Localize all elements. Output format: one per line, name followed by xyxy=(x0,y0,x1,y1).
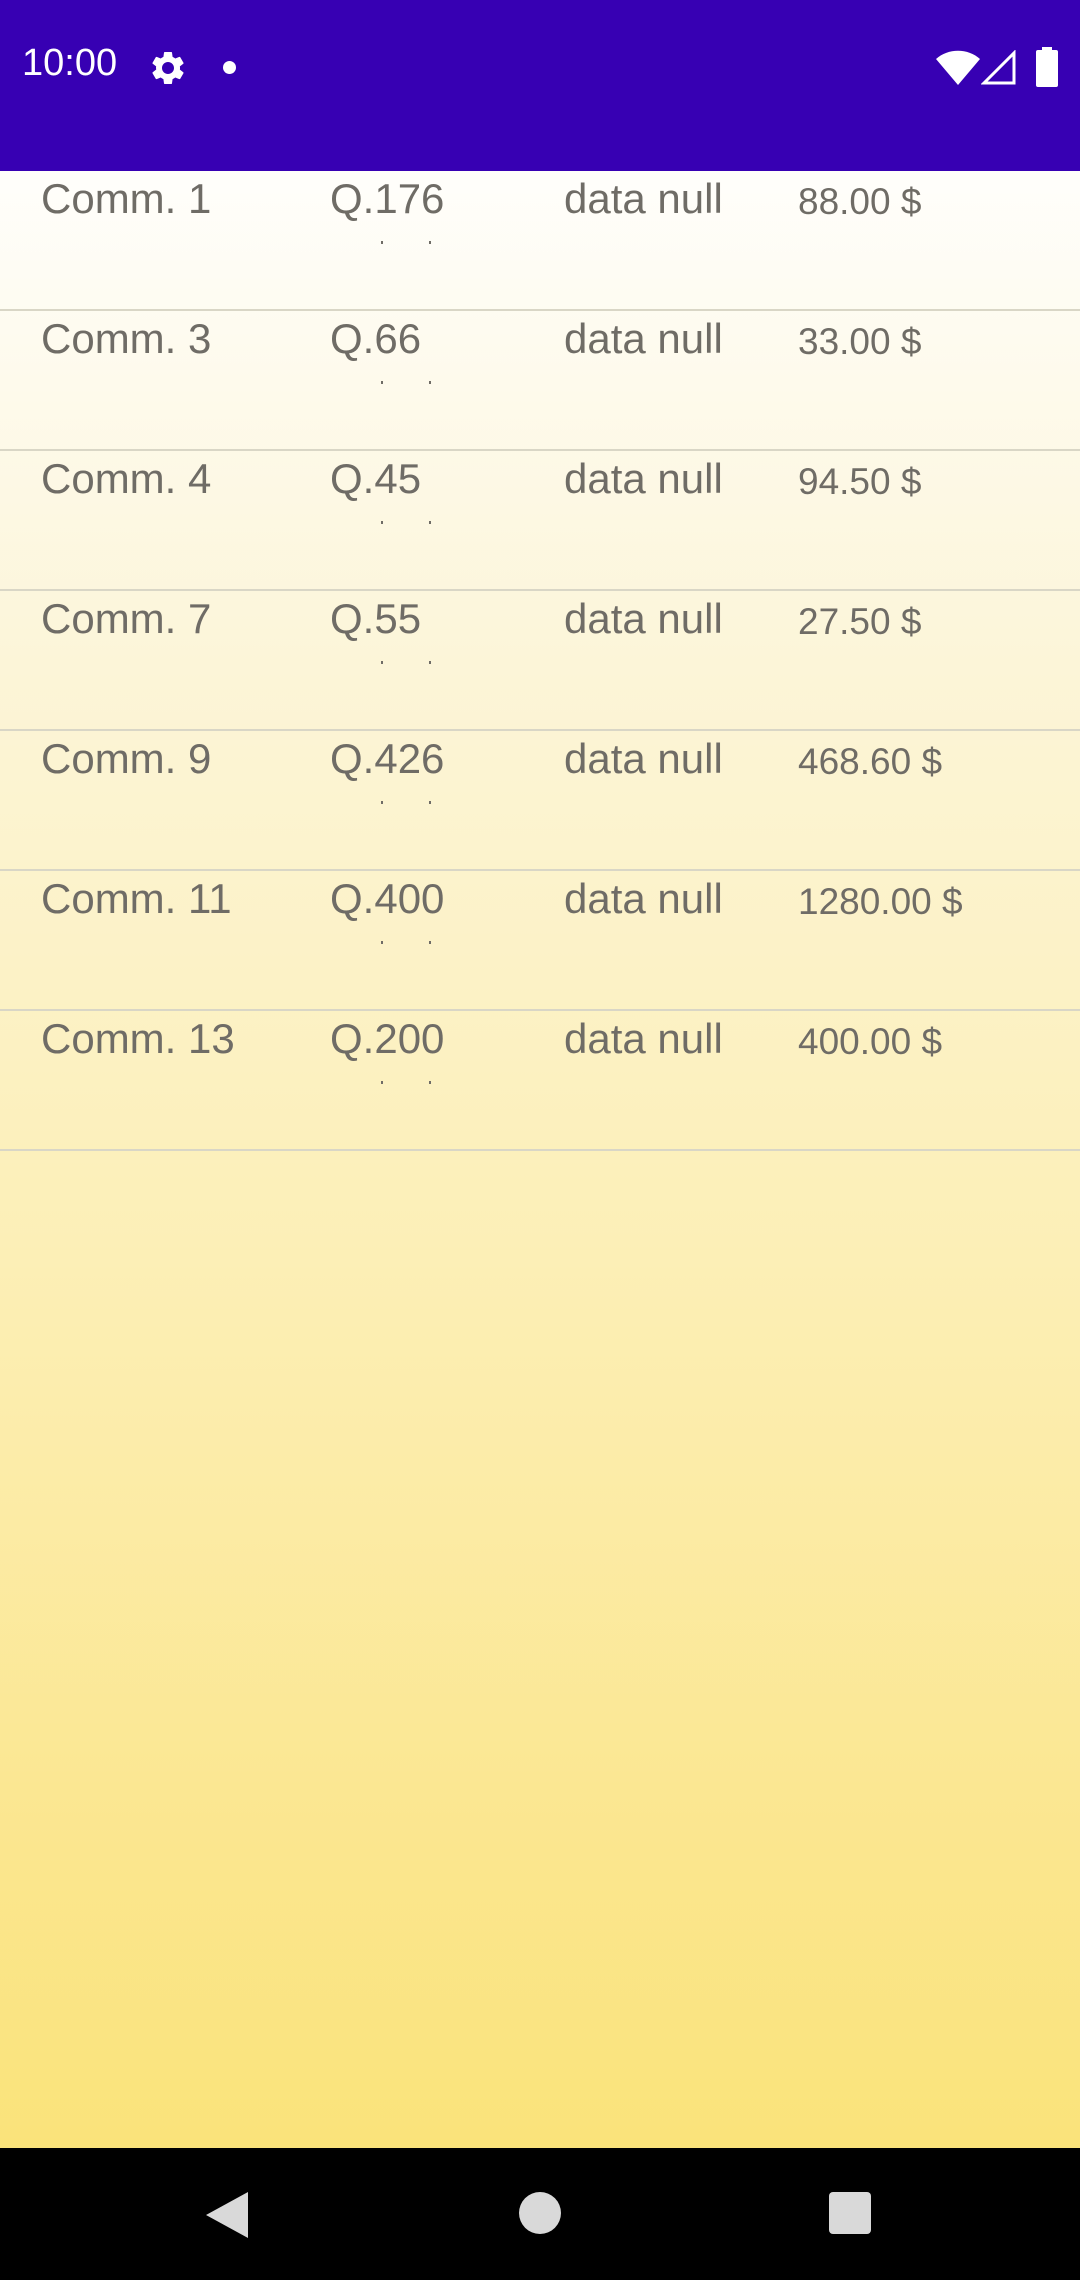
wifi-icon xyxy=(936,50,980,85)
order-quantity: Q.426 xyxy=(330,735,445,782)
order-price: 88.00 $ xyxy=(798,181,922,222)
order-quantity: Q.55 xyxy=(330,595,422,642)
order-price: 1280.00 $ xyxy=(798,881,963,922)
notification-dot-icon xyxy=(223,61,236,74)
order-quantity: Q.176 xyxy=(330,175,445,222)
order-price: 33.00 $ xyxy=(798,321,922,362)
quantity-underline xyxy=(381,521,433,527)
order-name: Comm. 1 xyxy=(41,175,212,222)
order-date: data null xyxy=(564,875,723,922)
order-date: data null xyxy=(564,455,723,502)
order-name: Comm. 9 xyxy=(41,735,212,782)
order-date: data null xyxy=(564,735,723,782)
order-date: data null xyxy=(564,595,723,642)
order-quantity: Q.45 xyxy=(330,455,422,502)
order-name: Comm. 11 xyxy=(41,875,232,922)
order-name: Comm. 3 xyxy=(41,315,212,362)
order-quantity: Q.66 xyxy=(330,315,422,362)
order-quantity: Q.400 xyxy=(330,875,445,922)
navigation-bar xyxy=(0,2148,1080,2280)
recents-icon[interactable] xyxy=(829,2192,871,2234)
order-date: data null xyxy=(564,175,723,222)
order-price: 468.60 $ xyxy=(798,741,943,782)
quantity-underline xyxy=(381,661,433,667)
order-list[interactable]: Comm. 1 Q.176 data null 88.00 $ Comm. 3 … xyxy=(0,171,1080,2148)
order-price: 400.00 $ xyxy=(798,1021,943,1062)
order-name: Comm. 13 xyxy=(41,1015,235,1062)
order-date: data null xyxy=(564,1015,723,1062)
quantity-underline xyxy=(381,1081,433,1087)
order-date: data null xyxy=(564,315,723,362)
quantity-underline xyxy=(381,241,433,247)
order-name: Comm. 7 xyxy=(41,595,212,642)
list-item[interactable]: Comm. 4 Q.45 data null 94.50 $ xyxy=(0,451,1080,591)
quantity-underline xyxy=(381,801,433,807)
status-time: 10:00 xyxy=(22,42,118,84)
order-name: Comm. 4 xyxy=(41,455,212,502)
order-price: 94.50 $ xyxy=(798,461,922,502)
list-item[interactable]: Comm. 3 Q.66 data null 33.00 $ xyxy=(0,311,1080,451)
list-item[interactable]: Comm. 13 Q.200 data null 400.00 $ xyxy=(0,1011,1080,1151)
back-icon[interactable] xyxy=(204,2190,250,2240)
order-quantity: Q.200 xyxy=(330,1015,445,1062)
battery-icon xyxy=(1036,47,1058,87)
list-item[interactable]: Comm. 1 Q.176 data null 88.00 $ xyxy=(0,171,1080,311)
quantity-underline xyxy=(381,941,433,947)
list-item[interactable]: Comm. 11 Q.400 data null 1280.00 $ xyxy=(0,871,1080,1011)
quantity-underline xyxy=(381,381,433,387)
list-item[interactable]: Comm. 7 Q.55 data null 27.50 $ xyxy=(0,591,1080,731)
cell-signal-icon xyxy=(981,50,1016,85)
home-icon[interactable] xyxy=(519,2192,561,2234)
order-price: 27.50 $ xyxy=(798,601,922,642)
gear-icon xyxy=(152,51,184,84)
list-item[interactable]: Comm. 9 Q.426 data null 468.60 $ xyxy=(0,731,1080,871)
status-bar: 10:00 xyxy=(0,0,1080,171)
